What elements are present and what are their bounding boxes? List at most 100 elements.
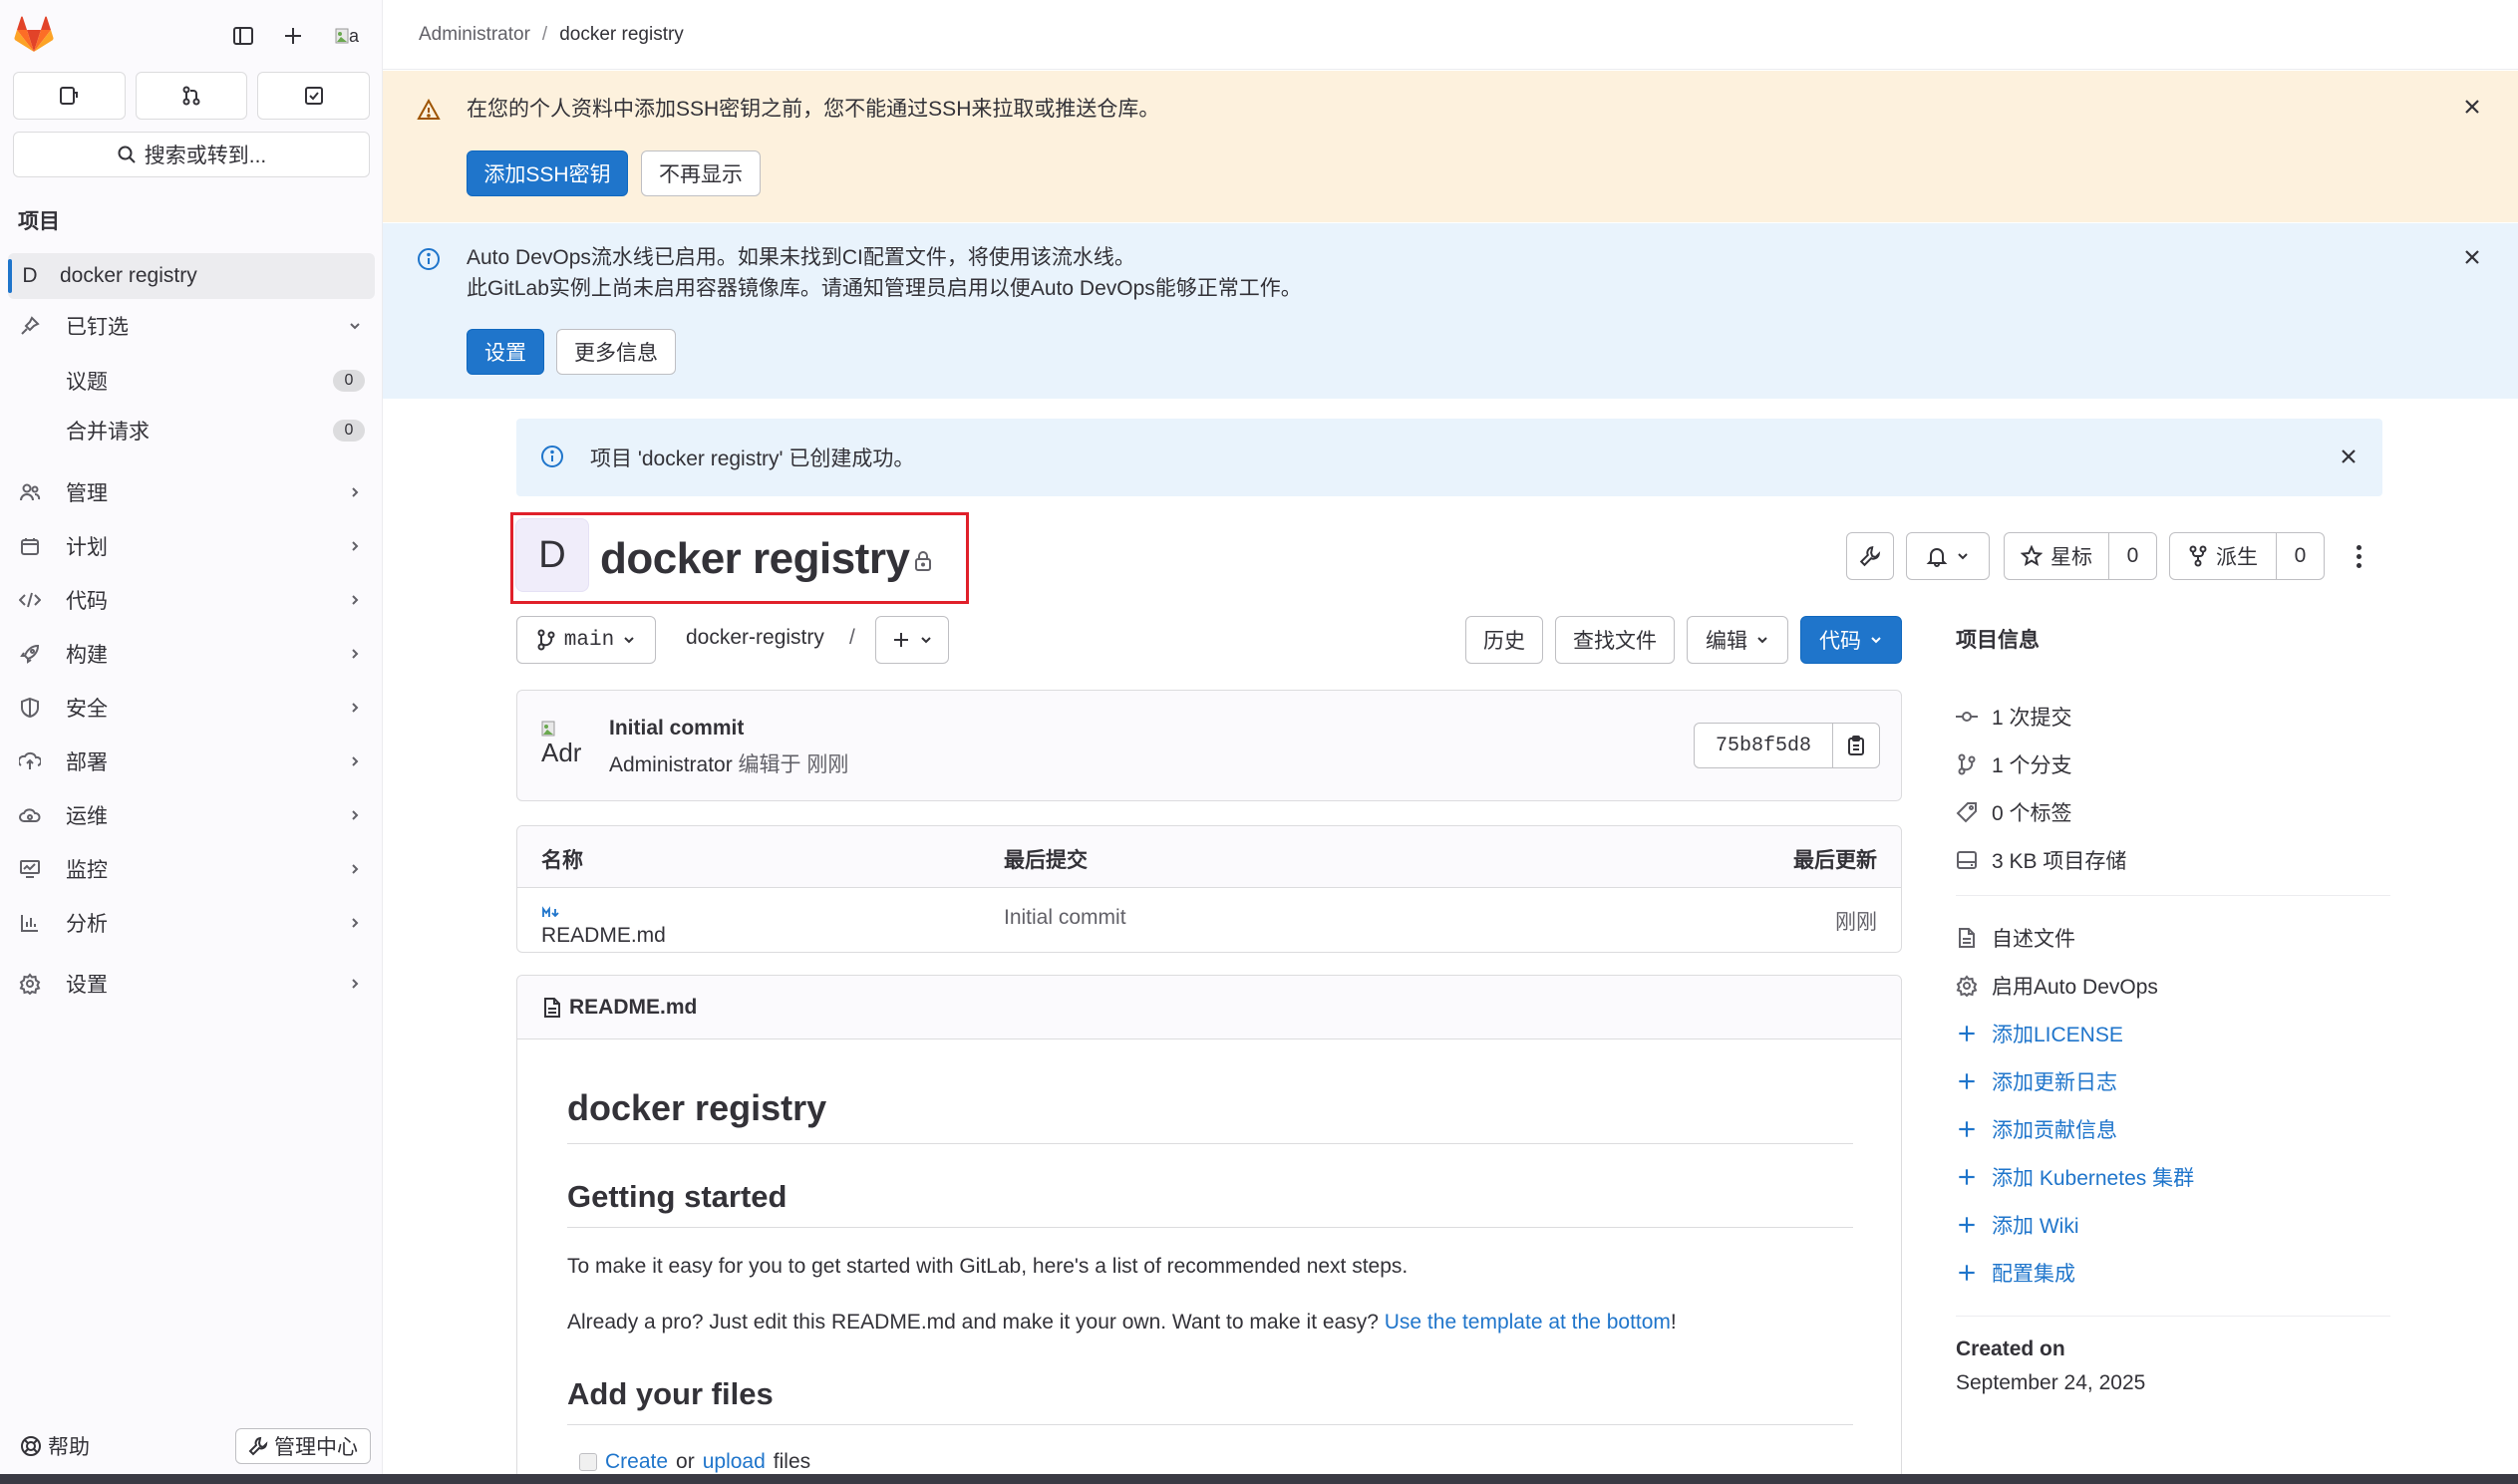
- author-avatar[interactable]: Adr: [541, 721, 589, 770]
- file-table-header: 名称 最后提交 最后更新: [517, 826, 1901, 888]
- sidebar-top: a: [14, 16, 369, 56]
- sidebar-quick-buttons: [13, 72, 371, 120]
- sidebar-item-settings[interactable]: 设置: [8, 961, 375, 1007]
- more-actions-icon[interactable]: [2347, 538, 2370, 574]
- info-icon: [417, 247, 441, 276]
- enable-auto-devops-link[interactable]: 启用Auto DevOps: [1956, 971, 2158, 1001]
- more-info-button[interactable]: 更多信息: [556, 329, 676, 375]
- file-name-link[interactable]: README.md: [541, 906, 666, 947]
- create-new-icon[interactable]: [275, 18, 311, 54]
- plus-icon: [1959, 1169, 1975, 1185]
- plus-icon: [1959, 1217, 1975, 1233]
- add-wiki-link[interactable]: 添加 Wiki: [1956, 1210, 2079, 1240]
- rocket-icon: [8, 644, 52, 664]
- todo-shortcut-button[interactable]: [257, 72, 371, 120]
- dont-show-again-button[interactable]: 不再显示: [641, 150, 761, 196]
- markdown-icon: [542, 906, 559, 918]
- add-contributing-link[interactable]: 添加贡献信息: [1956, 1114, 2117, 1144]
- notification-dropdown[interactable]: [1906, 532, 1990, 580]
- copy-icon: [1848, 736, 1864, 755]
- sidebar-item-monitor[interactable]: 监控: [8, 846, 375, 892]
- readme-paragraph: To make it easy for you to get started w…: [567, 1255, 1409, 1278]
- devops-settings-button[interactable]: 设置: [467, 329, 544, 375]
- wrench-icon: [248, 1436, 268, 1456]
- merge-requests-shortcut-button[interactable]: [135, 72, 248, 120]
- find-file-button[interactable]: 查找文件: [1555, 616, 1675, 664]
- sidebar-item-operate[interactable]: 运维: [8, 792, 375, 838]
- branch-icon: [1958, 753, 1976, 775]
- commit-title-link[interactable]: Initial commit: [609, 717, 744, 741]
- edit-dropdown[interactable]: 编辑: [1687, 616, 1788, 664]
- copy-sha-button[interactable]: [1832, 723, 1880, 768]
- auto-devops-banner: Auto DevOps流水线已启用。如果未找到CI配置文件，将使用该流水线。 此…: [383, 223, 2518, 399]
- fork-button[interactable]: 派生: [2170, 533, 2276, 579]
- gitlab-logo-icon[interactable]: [14, 16, 58, 56]
- create-link[interactable]: Create: [605, 1450, 668, 1474]
- commit-sha-button[interactable]: 75b8f5d8: [1694, 723, 1833, 768]
- issues-shortcut-button[interactable]: [13, 72, 126, 120]
- readme-filename-link[interactable]: README.md: [569, 996, 697, 1020]
- close-icon[interactable]: [2462, 97, 2482, 122]
- close-icon[interactable]: [2339, 446, 2359, 471]
- breadcrumb: Administrator / docker registry: [383, 0, 2518, 70]
- readme-link[interactable]: 自述文件: [1956, 923, 2075, 953]
- sidebar-item-manage[interactable]: 管理: [8, 469, 375, 515]
- breadcrumb-root-link[interactable]: Administrator: [419, 24, 530, 46]
- add-file-dropdown[interactable]: [875, 616, 949, 664]
- admin-area-button[interactable]: 管理中心: [235, 1428, 371, 1464]
- file-last-commit-link[interactable]: Initial commit: [1004, 906, 1126, 930]
- chevron-right-icon: [335, 539, 375, 553]
- template-link[interactable]: Use the template at the bottom: [1385, 1311, 1671, 1334]
- file-icon: [1959, 928, 1975, 948]
- branch-icon: [537, 629, 555, 651]
- sidebar-item-code[interactable]: 代码: [8, 577, 375, 623]
- user-avatar[interactable]: a: [325, 18, 369, 54]
- info-icon: [540, 445, 564, 473]
- shield-icon: [8, 697, 52, 719]
- branch-selector[interactable]: main: [516, 616, 656, 664]
- branches-count-link[interactable]: 1 个分支: [1956, 749, 2072, 779]
- sidebar-item-pinned[interactable]: 已钉选: [8, 303, 375, 349]
- sidebar-item-issues[interactable]: 议题 0: [66, 359, 365, 403]
- sidebar-toggle-icon[interactable]: [225, 18, 261, 54]
- sidebar-item-build[interactable]: 构建: [8, 631, 375, 677]
- task-checkbox[interactable]: [579, 1453, 597, 1471]
- storage-link[interactable]: 3 KB 项目存储: [1956, 845, 2126, 875]
- close-icon[interactable]: [2462, 247, 2482, 272]
- sidebar-item-plan[interactable]: 计划: [8, 523, 375, 569]
- configure-integrations-link[interactable]: 配置集成: [1956, 1258, 2075, 1288]
- chevron-right-icon: [335, 593, 375, 607]
- sidebar-item-deploy[interactable]: 部署: [8, 739, 375, 784]
- readme-header: README.md: [517, 976, 1901, 1039]
- breadcrumb-current-link[interactable]: docker registry: [559, 24, 684, 46]
- sidebar-item-analyze[interactable]: 分析: [8, 900, 375, 946]
- add-license-link[interactable]: 添加LICENSE: [1956, 1019, 2123, 1048]
- commit-author-link[interactable]: Administrator: [609, 753, 733, 776]
- fork-icon: [2189, 545, 2207, 567]
- readme-heading-add-files: Add your files: [567, 1376, 1853, 1425]
- sidebar-item-project[interactable]: D docker registry: [8, 253, 375, 299]
- cloud-icon: [8, 806, 52, 824]
- star-button[interactable]: 星标: [2005, 533, 2108, 579]
- gear-icon: [1956, 975, 1978, 997]
- tags-count-link[interactable]: 0 个标签: [1956, 797, 2072, 827]
- star-count[interactable]: 0: [2108, 533, 2156, 579]
- commit-meta: Administrator 编辑于 刚刚: [609, 753, 849, 776]
- chart-icon: [8, 913, 52, 933]
- project-avatar-icon: D: [22, 264, 38, 287]
- help-button[interactable]: 帮助: [20, 1431, 90, 1461]
- sidebar-search-button[interactable]: 搜索或转到...: [13, 132, 370, 177]
- sidebar-item-secure[interactable]: 安全: [8, 685, 375, 731]
- add-ssh-key-button[interactable]: 添加SSH密钥: [467, 150, 628, 196]
- add-kubernetes-link[interactable]: 添加 Kubernetes 集群: [1956, 1162, 2194, 1192]
- sidebar-item-merge-requests[interactable]: 合并请求 0: [66, 409, 365, 452]
- admin-wrench-button[interactable]: [1846, 532, 1894, 580]
- history-button[interactable]: 历史: [1465, 616, 1543, 664]
- upload-link[interactable]: upload: [703, 1450, 766, 1474]
- fork-count[interactable]: 0: [2276, 533, 2324, 579]
- code-dropdown[interactable]: 代码: [1800, 616, 1902, 664]
- plus-icon: [894, 633, 908, 647]
- add-changelog-link[interactable]: 添加更新日志: [1956, 1066, 2117, 1096]
- commits-count-link[interactable]: 1 次提交: [1956, 702, 2072, 732]
- repo-path-link[interactable]: docker-registry: [686, 626, 824, 650]
